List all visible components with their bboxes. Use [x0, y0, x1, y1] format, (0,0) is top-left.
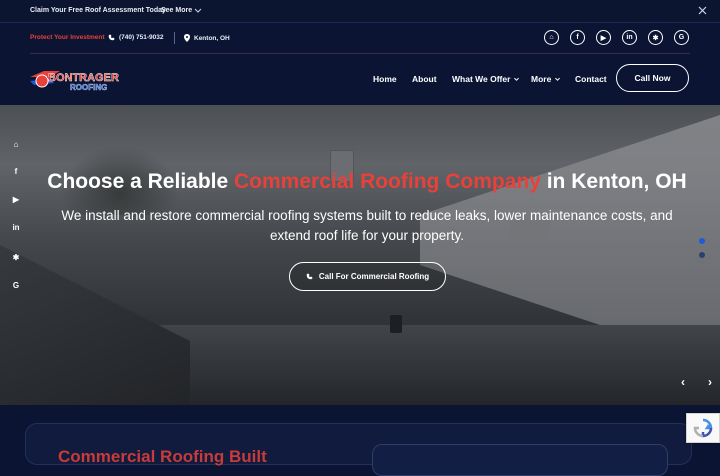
slide-dot[interactable]: [699, 252, 705, 258]
youtube-icon[interactable]: ▶: [596, 30, 611, 45]
hero-title-start: Choose a Reliable: [47, 170, 235, 193]
header-divider: [30, 53, 690, 54]
company-logo[interactable]: BONTRAGER ROOFING: [30, 67, 130, 93]
hero-title: Choose a Reliable Commercial Roofing Com…: [0, 170, 720, 194]
phone-icon: [306, 273, 313, 280]
nav-more[interactable]: More: [531, 74, 561, 84]
facebook-icon[interactable]: f: [570, 30, 585, 45]
nextdoor-icon[interactable]: ⌂: [544, 30, 559, 45]
next-slide-icon[interactable]: ›: [708, 375, 712, 389]
recaptcha-icon: [693, 418, 713, 438]
side-nextdoor-icon[interactable]: ⌂: [10, 140, 22, 149]
hero-overlay: [0, 105, 720, 405]
announcement-bar: Claim Your Free Roof Assessment Today Se…: [0, 0, 720, 23]
google-icon[interactable]: G: [674, 30, 689, 45]
announcement-text: Claim Your Free Roof Assessment Today: [30, 7, 166, 14]
nav-what-we-offer-label: What We Offer: [452, 74, 511, 84]
phone-link[interactable]: (740) 751-9032: [108, 34, 163, 41]
form-panel: [372, 444, 668, 476]
recaptcha-badge[interactable]: [686, 413, 720, 443]
call-now-button[interactable]: Call Now: [616, 64, 689, 92]
divider: [174, 32, 175, 44]
nav-more-label: More: [531, 74, 552, 84]
nav-what-we-offer[interactable]: What We Offer: [452, 74, 520, 84]
side-google-icon[interactable]: G: [10, 281, 22, 290]
content-section: Commercial Roofing Built: [0, 405, 720, 476]
see-more-link[interactable]: See More: [161, 7, 192, 14]
close-icon[interactable]: [697, 5, 708, 16]
nav-contact[interactable]: Contact: [575, 74, 607, 84]
hero-section: Choose a Reliable Commercial Roofing Com…: [0, 105, 720, 405]
phone-number: (740) 751-9032: [119, 34, 164, 41]
content-card: Commercial Roofing Built: [25, 423, 692, 476]
call-commercial-roofing-button[interactable]: Call For Commercial Roofing: [289, 262, 446, 291]
hero-title-end: in Kenton, OH: [540, 170, 687, 193]
side-facebook-icon[interactable]: f: [10, 167, 22, 176]
nav-about[interactable]: About: [412, 74, 437, 84]
location: Kenton, OH: [184, 34, 230, 42]
side-yelp-icon[interactable]: ✱: [10, 253, 22, 262]
yelp-icon[interactable]: ✱: [648, 30, 663, 45]
linkedin-icon[interactable]: in: [622, 30, 637, 45]
phone-icon: [108, 34, 115, 41]
chevron-down-icon: [555, 77, 561, 81]
side-youtube-icon[interactable]: ▶: [10, 195, 22, 204]
site-header: Protect Your Investment (740) 751-9032 K…: [0, 23, 720, 105]
location-text: Kenton, OH: [194, 34, 230, 42]
hero-subtitle: We install and restore commercial roofin…: [61, 208, 673, 243]
tagline: Protect Your Investment: [30, 34, 105, 41]
chevron-down-icon[interactable]: [193, 5, 203, 15]
map-pin-icon: [184, 34, 190, 42]
chevron-down-icon: [514, 77, 520, 81]
side-linkedin-icon[interactable]: in: [10, 223, 22, 232]
nav-home[interactable]: Home: [373, 74, 397, 84]
hero-button-label: Call For Commercial Roofing: [318, 272, 430, 281]
section-title: Commercial Roofing Built: [58, 447, 267, 466]
slide-dot-active[interactable]: [699, 238, 705, 244]
logo-subword: ROOFING: [70, 83, 107, 92]
prev-slide-icon[interactable]: ‹: [681, 375, 685, 389]
hero-title-accent: Commercial Roofing Company: [234, 170, 541, 193]
